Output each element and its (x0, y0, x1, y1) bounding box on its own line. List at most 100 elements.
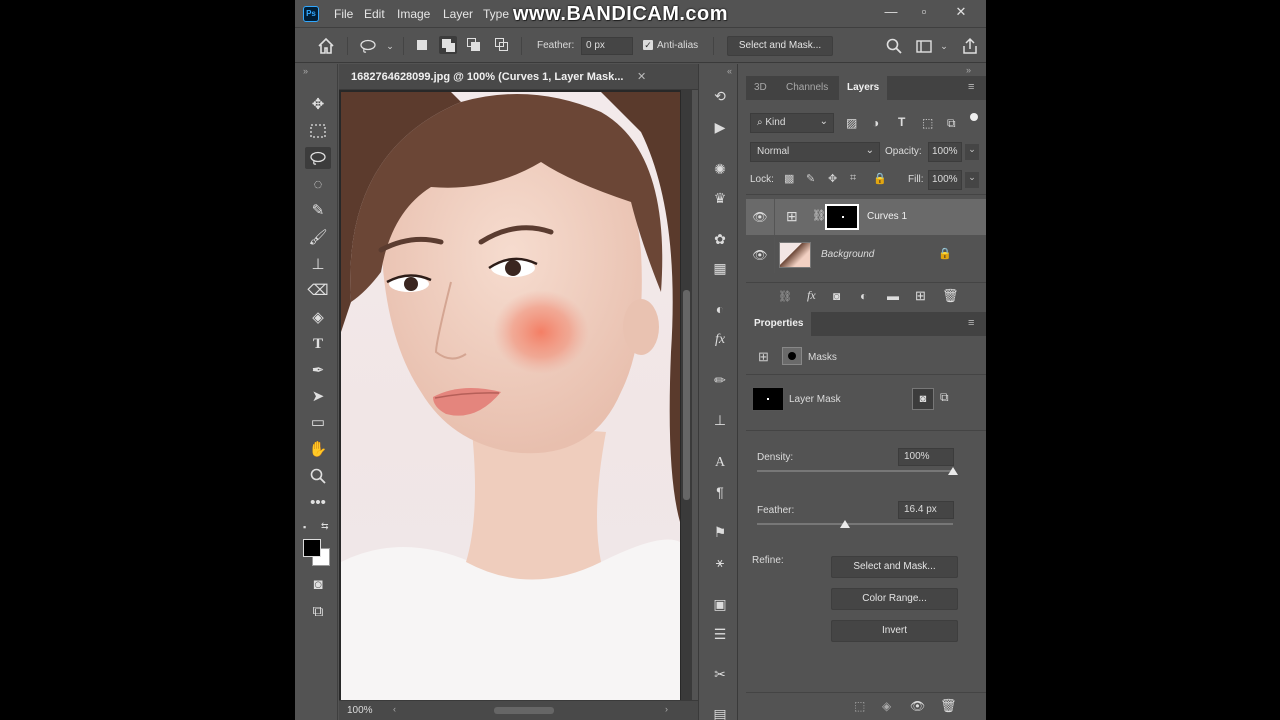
smart-object-filter-icon[interactable]: ⧉ (947, 116, 956, 131)
type-filter-icon[interactable]: T (898, 115, 905, 129)
select-and-mask-button[interactable]: Select and Mask... (727, 36, 833, 56)
quick-mask-icon[interactable]: ◙ (305, 574, 331, 596)
layer-name[interactable]: Background (821, 249, 874, 260)
notes-icon[interactable]: ☰ (710, 624, 730, 644)
tab-layers[interactable]: Layers (839, 76, 888, 100)
layer-row-curves[interactable]: 👁 ⊞ ⛓ Curves 1 (746, 199, 986, 235)
zoom-level[interactable]: 100% (347, 705, 373, 716)
brush-tool-icon[interactable]: 🖌 (305, 227, 331, 249)
chevron-down-icon[interactable]: ⌄ (935, 37, 953, 55)
scroll-left-icon[interactable]: ‹ (393, 704, 396, 714)
chevron-down-icon[interactable]: ⌄ (381, 37, 399, 55)
navigator-icon[interactable]: ✺ (710, 159, 730, 179)
horizontal-scrollbar-thumb[interactable] (494, 707, 554, 714)
search-icon[interactable] (885, 37, 903, 55)
menu-file[interactable]: File (334, 7, 353, 21)
scrollbar-thumb[interactable] (683, 290, 690, 500)
character-styles-icon[interactable]: ⚹ (710, 552, 730, 572)
new-group-folder-icon[interactable]: ▬ (887, 289, 899, 303)
clone-stamp-tool-icon[interactable]: ⊥ (305, 254, 331, 276)
layer-name[interactable]: Curves 1 (867, 211, 907, 222)
clone-source-icon[interactable]: ⊥ (710, 410, 730, 430)
histogram-icon[interactable]: ♛ (710, 188, 730, 208)
tool-presets-icon[interactable]: ✂ (710, 664, 730, 684)
link-chain-icon[interactable]: ⛓ (812, 209, 826, 222)
feather-input[interactable]: 16.4 px (898, 501, 954, 519)
share-icon[interactable] (961, 37, 979, 55)
zoom-tool-icon[interactable] (305, 465, 331, 487)
close-document-icon[interactable]: ✕ (637, 70, 646, 83)
shape-filter-icon[interactable]: ⬚ (922, 116, 933, 130)
visibility-eye-icon[interactable]: 👁 (752, 248, 768, 262)
marquee-tool-icon[interactable] (305, 120, 331, 142)
feather-slider-handle[interactable] (840, 520, 851, 528)
brush-settings-icon[interactable]: ✏ (710, 370, 730, 390)
swatches-icon[interactable]: ▦ (710, 258, 730, 278)
properties-icon[interactable]: ▤ (710, 704, 730, 720)
scroll-right-icon[interactable]: › (665, 704, 668, 714)
actions-play-icon[interactable]: ▶ (710, 117, 730, 137)
type-tool-icon[interactable]: T (305, 333, 331, 355)
tab-3d[interactable]: 3D (746, 76, 775, 100)
anti-alias-checkbox[interactable]: ✓ (643, 40, 653, 50)
default-colors-icon[interactable]: ▪ (303, 522, 306, 532)
filter-toggle-icon[interactable] (970, 113, 978, 121)
invert-button[interactable]: Invert (831, 620, 958, 642)
tab-channels[interactable]: Channels (778, 76, 836, 100)
pixel-mask-icon[interactable]: ⊞ (758, 349, 769, 365)
load-selection-icon[interactable]: ⬚ (854, 699, 865, 713)
visibility-eye-icon[interactable]: 👁 (752, 210, 768, 224)
select-and-mask-button[interactable]: Select and Mask... (831, 556, 958, 578)
quick-selection-tool-icon[interactable]: ◌ (305, 174, 331, 196)
hand-tool-icon[interactable]: ✋ (305, 439, 331, 461)
intersect-selection-icon[interactable] (495, 38, 509, 52)
lock-position-icon[interactable]: ✥ (828, 172, 837, 185)
density-input[interactable]: 100% (898, 448, 954, 466)
minimize-icon[interactable]: — (879, 4, 903, 20)
history-icon[interactable]: ⟲ (710, 86, 730, 106)
styles-icon[interactable]: fx (710, 330, 730, 350)
workspace-icon[interactable] (915, 37, 933, 55)
subtract-selection-icon[interactable] (467, 38, 481, 52)
delete-layer-trash-icon[interactable]: 🗑 (942, 288, 959, 304)
character-icon[interactable]: A (710, 453, 730, 473)
toggle-mask-visibility-eye-icon[interactable]: 👁 (910, 699, 925, 713)
feather-input[interactable]: 0 px (581, 37, 633, 55)
select-pixel-mask-icon[interactable]: ◙ (912, 388, 934, 410)
home-icon[interactable] (317, 37, 335, 55)
apply-mask-icon[interactable]: ◈ (882, 699, 891, 713)
layer-mask-thumbnail[interactable] (825, 204, 859, 230)
add-vector-mask-icon[interactable]: ⧉ (940, 390, 949, 405)
color-range-button[interactable]: Color Range... (831, 588, 958, 610)
swap-colors-icon[interactable]: ⇆ (321, 521, 329, 532)
new-adjustment-layer-icon[interactable]: ◐ (860, 289, 867, 303)
eraser-tool-icon[interactable]: ⌫ (305, 280, 331, 302)
paint-bucket-tool-icon[interactable]: ◈ (305, 307, 331, 329)
add-mask-icon[interactable]: ◙ (833, 289, 840, 303)
eyedropper-tool-icon[interactable]: ✎ (305, 200, 331, 222)
feather-slider-track[interactable] (757, 523, 953, 525)
lock-all-icon[interactable]: 🔒 (873, 172, 887, 185)
lock-image-icon[interactable]: ✎ (806, 172, 815, 185)
menu-image[interactable]: Image (397, 7, 430, 21)
opacity-input[interactable]: 100% (928, 142, 962, 162)
add-to-selection-icon[interactable] (439, 36, 457, 54)
new-layer-icon[interactable]: ⊞ (915, 288, 926, 304)
lasso-tool-preset-icon[interactable] (359, 37, 377, 55)
adjustment-filter-icon[interactable]: ◑ (872, 116, 879, 130)
density-slider-handle[interactable] (948, 467, 958, 475)
pixel-filter-icon[interactable]: ▨ (846, 116, 857, 130)
lasso-tool-icon[interactable] (305, 147, 331, 169)
pen-tool-icon[interactable]: ✒ (305, 360, 331, 382)
close-icon[interactable]: ✕ (949, 4, 973, 20)
foreground-color-swatch[interactable] (303, 539, 321, 557)
delete-mask-trash-icon[interactable]: 🗑 (940, 698, 957, 714)
vertical-scrollbar[interactable] (681, 90, 692, 700)
maximize-icon[interactable]: ▫ (912, 4, 936, 20)
layer-row-background[interactable]: 👁 Background 🔒 (746, 237, 986, 273)
fill-input[interactable]: 100% (928, 170, 962, 190)
paragraph-icon[interactable]: ¶ (710, 482, 730, 502)
link-layers-icon[interactable]: ⛓ (778, 290, 792, 303)
menu-edit[interactable]: Edit (364, 7, 385, 21)
collapse-arrows-icon[interactable]: » (966, 65, 971, 75)
